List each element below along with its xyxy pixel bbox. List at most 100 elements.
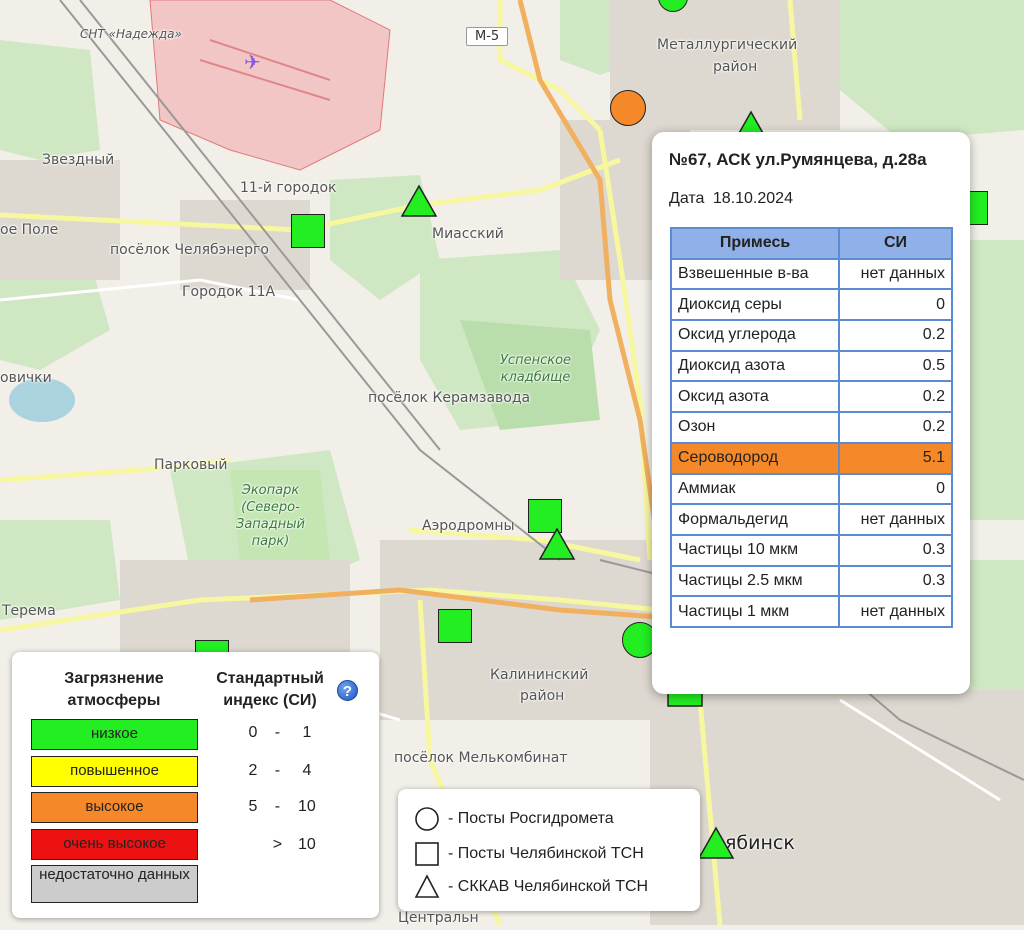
table-row: Формальдегид нет данных xyxy=(670,503,953,536)
pollutant-name: Оксид углерода xyxy=(670,319,840,352)
legend-swatch-no-data: недостаточно данных xyxy=(31,865,198,903)
map-label-rayon2: район xyxy=(520,688,565,704)
station-legend-label-circle: - Посты Росгидромета xyxy=(448,810,614,827)
map-label-kalininsky: Калининский xyxy=(490,667,589,683)
pollutant-name: Диоксид серы xyxy=(670,288,840,322)
map-label-rayon1: район xyxy=(713,59,758,75)
map-label-metallurg: Металлургический xyxy=(657,37,798,53)
pollutant-name: Формальдегид xyxy=(670,503,840,536)
pollutant-name: Частицы 10 мкм xyxy=(670,533,840,567)
table-row: Озон 0.2 xyxy=(670,411,953,444)
map-label-ekopark-line3: Западный xyxy=(236,517,305,532)
map-label-uspenskoe: Успенское кладбище xyxy=(500,352,571,386)
square-icon xyxy=(415,842,439,866)
station-marker-triangle[interactable] xyxy=(400,184,438,218)
station-type-legend: - Посты Росгидромета - Посты Челябинской… xyxy=(398,789,700,911)
map-label-ekopark-line4: парк) xyxy=(251,534,290,549)
table-row: Диоксид серы 0 xyxy=(670,288,953,322)
map-label-parkovy: Парковый xyxy=(154,457,228,473)
station-legend-row-triangle: - СККАВ Челябинской ТСН xyxy=(414,874,648,900)
map-label-uspenskoe-line1: Успенское xyxy=(500,353,572,368)
popup-title: №67, АСК ул.Румянцева, д.28а xyxy=(669,150,927,169)
pollutant-si-value: 0.2 xyxy=(838,319,953,352)
pollutant-si-value: нет данных xyxy=(838,595,953,628)
range-separator: - xyxy=(274,798,281,815)
map-label-ekopark: Экопарк (Северо- Западный парк) xyxy=(236,482,305,550)
pollutant-name: Аммиак xyxy=(670,472,840,506)
legend-range-low: 0 - 1 xyxy=(244,724,321,742)
table-row: Оксид азота 0.2 xyxy=(670,380,953,414)
legend-range-very-high: > 10 xyxy=(244,836,321,854)
pollutant-si-value: 0.3 xyxy=(838,564,953,598)
pollutant-name: Диоксид азота xyxy=(670,349,840,383)
station-marker-triangle[interactable] xyxy=(697,826,735,860)
map-label-aerodromny: Аэродромны xyxy=(422,518,515,534)
range-from: 2 xyxy=(248,762,258,779)
station-marker-square[interactable] xyxy=(291,214,325,248)
pollutant-name: Взвешенные в-ва xyxy=(670,257,840,291)
station-marker-triangle[interactable] xyxy=(538,527,576,561)
legend-header-index: Стандартный индекс (СИ) xyxy=(216,670,324,709)
legend-range-elevated: 2 - 4 xyxy=(244,762,321,780)
pollutant-si-value: нет данных xyxy=(838,257,953,291)
road-shield-m5: М-5 xyxy=(466,27,509,46)
table-row: Частицы 2.5 мкм 0.3 xyxy=(670,564,953,598)
legend-swatch-elevated: повышенное xyxy=(31,756,198,787)
station-marker-square[interactable] xyxy=(438,609,472,643)
legend-swatch-low: низкое xyxy=(31,719,198,750)
legend-range-high: 5 - 10 xyxy=(244,798,321,816)
pollutant-name: Оксид азота xyxy=(670,380,840,414)
map-label-miassky: Миасский xyxy=(432,226,504,242)
map-label-chelyabinsk: ябинск xyxy=(725,832,795,854)
station-legend-label-square: - Посты Челябинской ТСН xyxy=(448,845,644,862)
popup-date-label: Дата xyxy=(669,190,705,207)
legend-header-pollution: Загрязнение атмосферы xyxy=(64,670,164,709)
popup-date: Дата 18.10.2024 xyxy=(669,190,793,208)
map-label-ekopark-line2: (Северо- xyxy=(241,500,300,515)
range-from: 5 xyxy=(248,798,258,815)
column-header-si: СИ xyxy=(838,227,953,260)
map-label-ovichki: овички xyxy=(0,370,52,386)
station-legend-row-circle: - Посты Росгидромета xyxy=(414,806,614,832)
range-from: 0 xyxy=(248,724,258,741)
range-to: 1 xyxy=(302,724,312,741)
circle-icon xyxy=(415,807,439,831)
table-row: Частицы 10 мкм 0.3 xyxy=(670,533,953,567)
pollutant-name: Сероводород xyxy=(670,441,840,475)
station-legend-row-square: - Посты Челябинской ТСН xyxy=(414,841,644,867)
pollutant-si-value: 0 xyxy=(838,288,953,322)
table-row: Оксид углерода 0.2 xyxy=(670,319,953,352)
map-label-centralny: Центральн xyxy=(398,910,479,926)
range-separator: - xyxy=(274,762,281,779)
range-to: 10 xyxy=(298,836,316,853)
table-row: Диоксид азота 0.5 xyxy=(670,349,953,383)
pollutant-si-value: 0.5 xyxy=(838,349,953,383)
station-legend-label-triangle: - СККАВ Челябинской ТСН xyxy=(448,878,649,895)
pollutant-si-value: 0 xyxy=(838,472,953,506)
pollutant-name: Озон xyxy=(670,411,840,444)
map-label-gorodok11a: Городок 11А xyxy=(182,284,276,300)
pollutant-si-value: 0.2 xyxy=(838,411,953,444)
pollutant-si-value: 5.1 xyxy=(838,441,953,475)
help-icon[interactable]: ? xyxy=(337,680,358,701)
range-to: 4 xyxy=(302,762,312,779)
airport-icon: ✈ xyxy=(244,52,261,74)
map-label-oye-pole: ое Поле xyxy=(0,222,59,238)
legend-swatch-very-high: очень высокое xyxy=(31,829,198,860)
popup-date-value: 18.10.2024 xyxy=(712,190,793,207)
legend-swatch-high: высокое xyxy=(31,792,198,823)
pollutant-name: Частицы 2.5 мкм xyxy=(670,564,840,598)
station-marker-circle[interactable] xyxy=(610,90,646,126)
column-header-pollutant: Примесь xyxy=(670,227,840,260)
pollutant-name: Частицы 1 мкм xyxy=(670,595,840,628)
pollutant-si-value: 0.3 xyxy=(838,533,953,567)
table-row: Частицы 1 мкм нет данных xyxy=(670,595,953,628)
table-header-row: Примесь СИ xyxy=(670,227,953,260)
station-marker-square[interactable] xyxy=(968,191,988,225)
pollution-legend: Загрязнение атмосферы Стандартный индекс… xyxy=(12,652,379,918)
range-to: 10 xyxy=(298,798,316,815)
station-popup: №67, АСК ул.Румянцева, д.28а Дата 18.10.… xyxy=(652,132,970,694)
map-label-uspenskoe-line2: кладбище xyxy=(500,370,571,385)
map-label-chelyabenergo: посёлок Челябэнерго xyxy=(110,242,269,258)
triangle-icon xyxy=(414,874,440,898)
